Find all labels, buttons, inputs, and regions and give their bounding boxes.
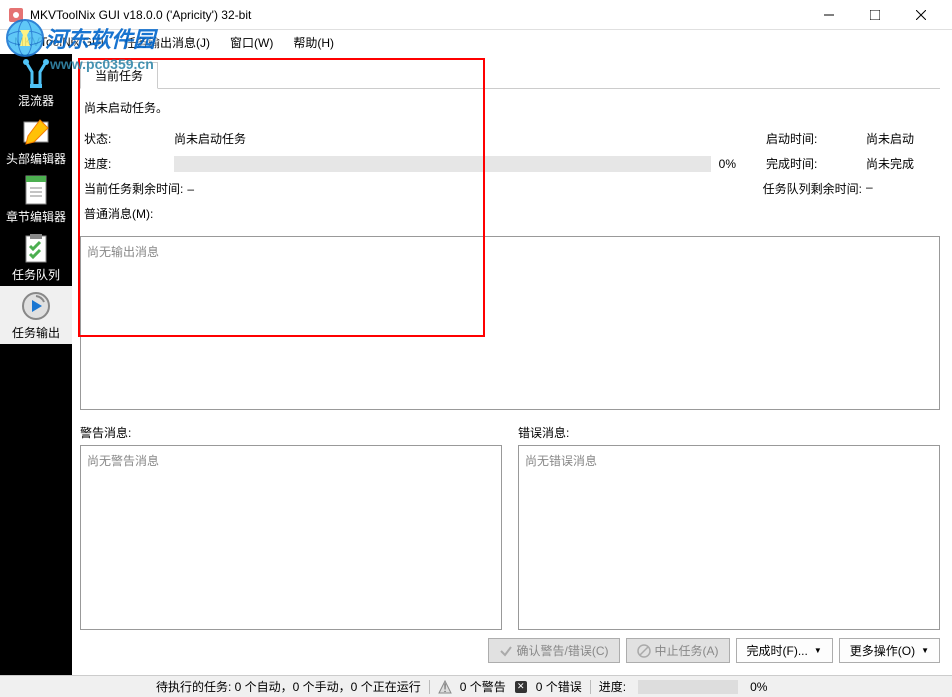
normal-msg-box[interactable]: 尚无输出消息: [80, 236, 940, 410]
menu-gui[interactable]: MKVToolNix GUI: [4, 33, 114, 51]
app-icon: [8, 7, 24, 23]
status-progress-label: 进度:: [599, 678, 626, 695]
warn-msg-label: 警告消息:: [80, 424, 502, 441]
menu-help[interactable]: 帮助(H): [283, 32, 344, 53]
normal-msg-label: 普通消息(M):: [84, 205, 936, 222]
sidebar-item-job-output[interactable]: 任务输出: [0, 286, 72, 344]
on-finish-button[interactable]: 完成时(F)... ▼: [736, 638, 833, 663]
error-icon: ✕: [514, 680, 528, 694]
warn-msg-box[interactable]: 尚无警告消息: [80, 445, 502, 630]
sidebar-label: 任务队列: [12, 266, 60, 283]
chevron-down-icon: ▼: [814, 646, 822, 655]
status-label: 状态:: [84, 130, 174, 147]
start-time-label: 启动时间:: [766, 130, 866, 147]
tab-row: 当前任务: [80, 62, 940, 89]
sidebar-label: 章节编辑器: [6, 208, 66, 225]
error-msg-label: 错误消息:: [518, 424, 940, 441]
sidebar-item-header-editor[interactable]: 头部编辑器: [0, 112, 72, 170]
header-editor-icon: [20, 116, 52, 148]
ack-button: 确认警告/错误(C): [488, 638, 620, 663]
progress-percent: 0%: [719, 157, 736, 171]
status-warnings: 0 个警告: [460, 678, 506, 695]
chevron-down-icon: ▼: [921, 646, 929, 655]
finish-time-value: 尚未完成: [866, 155, 936, 172]
tab-current-job[interactable]: 当前任务: [80, 62, 158, 89]
queue-remaining-label: 任务队列剩余时间:: [763, 180, 862, 197]
window-title: MKVToolNix GUI v18.0.0 ('Apricity') 32-b…: [30, 8, 806, 22]
status-pending: 待执行的任务: 0 个自动，0 个手动，0 个正在运行: [156, 678, 421, 695]
status-progress-bar: [638, 680, 738, 694]
warning-icon: !: [438, 680, 452, 694]
job-queue-icon: [20, 232, 52, 264]
svg-text:!: !: [443, 681, 446, 694]
abort-button: 中止任务(A): [626, 638, 730, 663]
job-output-icon: [20, 290, 52, 322]
current-remaining-label: 当前任务剩余时间:: [84, 180, 183, 197]
finish-time-label: 完成时间:: [766, 155, 866, 172]
progress-bar: [174, 156, 711, 172]
titlebar: MKVToolNix GUI v18.0.0 ('Apricity') 32-b…: [0, 0, 952, 30]
menu-job-output[interactable]: 任务输出消息(J): [114, 32, 220, 53]
progress-label: 进度:: [84, 155, 174, 172]
error-msg-box[interactable]: 尚无错误消息: [518, 445, 940, 630]
maximize-button[interactable]: [852, 0, 898, 30]
sidebar-item-job-queue[interactable]: 任务队列: [0, 228, 72, 286]
more-actions-button[interactable]: 更多操作(O) ▼: [839, 638, 940, 663]
status-errors: 0 个错误: [536, 678, 582, 695]
minimize-button[interactable]: [806, 0, 852, 30]
warn-msg-placeholder: 尚无警告消息: [87, 454, 159, 468]
sidebar: 混流器 头部编辑器 章节编辑器 任务队列 任务输出: [0, 54, 72, 675]
sidebar-item-merge[interactable]: 混流器: [0, 54, 72, 112]
start-time-value: 尚未启动: [866, 130, 936, 147]
current-remaining-value: –: [187, 182, 194, 196]
sidebar-item-chapter-editor[interactable]: 章节编辑器: [0, 170, 72, 228]
close-button[interactable]: [898, 0, 944, 30]
normal-msg-placeholder: 尚无输出消息: [87, 245, 159, 259]
chapter-editor-icon: [20, 174, 52, 206]
content-area: 当前任务 尚未启动任务。 状态: 尚未启动任务 启动时间: 尚未启动 进度: 0…: [72, 54, 952, 675]
no-task-message: 尚未启动任务。: [84, 99, 936, 116]
sidebar-label: 任务输出: [12, 324, 60, 341]
status-progress-pct: 0%: [750, 680, 767, 694]
sidebar-label: 头部编辑器: [6, 150, 66, 167]
check-icon: [499, 644, 513, 658]
sidebar-label: 混流器: [18, 92, 54, 109]
menu-window[interactable]: 窗口(W): [220, 32, 283, 53]
queue-remaining-value: –: [866, 180, 936, 197]
error-msg-placeholder: 尚无错误消息: [525, 454, 597, 468]
stop-icon: [637, 644, 651, 658]
menubar: MKVToolNix GUI 任务输出消息(J) 窗口(W) 帮助(H): [0, 30, 952, 54]
status-value: 尚未启动任务: [174, 130, 374, 147]
merge-icon: [20, 58, 52, 90]
statusbar: 待执行的任务: 0 个自动，0 个手动，0 个正在运行 ! 0 个警告 ✕ 0 …: [0, 675, 952, 697]
